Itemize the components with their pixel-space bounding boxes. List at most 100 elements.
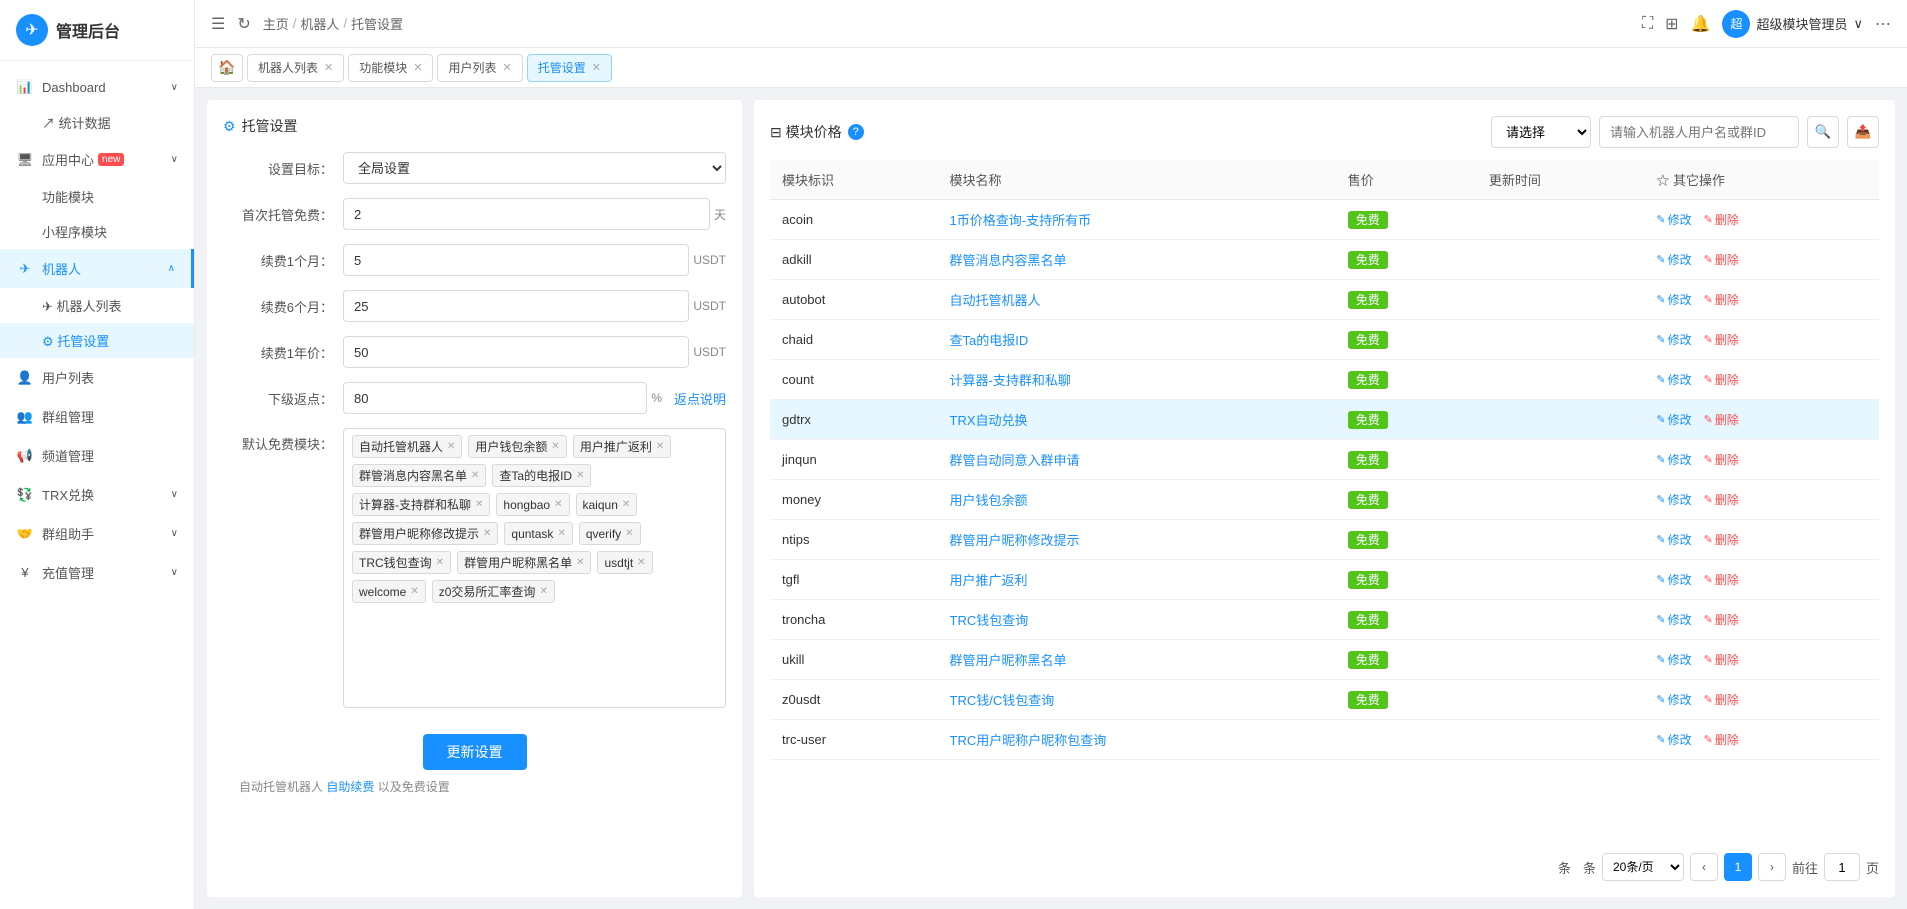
tab-close-icon[interactable]: ✕ [324, 61, 333, 74]
edit-link[interactable]: ✎ 修改 [1656, 211, 1691, 228]
delete-link[interactable]: ✎ 删除 [1704, 371, 1739, 388]
edit-link[interactable]: ✎ 修改 [1656, 371, 1691, 388]
tag-remove-icon[interactable]: ✕ [557, 528, 565, 539]
goto-page-input[interactable] [1824, 853, 1860, 881]
refresh-icon[interactable]: ↻ [237, 14, 250, 34]
sidebar-item-user-list[interactable]: 👤 用户列表 [0, 358, 194, 397]
tab-func-module[interactable]: 功能模块 ✕ [348, 54, 433, 82]
collapse-icon[interactable]: ☰ [211, 14, 225, 34]
tag-remove-icon[interactable]: ✕ [447, 441, 455, 452]
cell-price: 免费 [1336, 240, 1477, 280]
edit-link[interactable]: ✎ 修改 [1656, 571, 1691, 588]
filter-select[interactable]: 请选择 [1491, 116, 1591, 148]
edit-link[interactable]: ✎ 修改 [1656, 731, 1691, 748]
delete-link[interactable]: ✎ 删除 [1704, 491, 1739, 508]
rebate-input[interactable] [343, 382, 647, 414]
rebate-link[interactable]: 返点说明 [674, 389, 726, 408]
tab-user-list[interactable]: 用户列表 ✕ [437, 54, 522, 82]
grid-icon[interactable]: ⊞ [1665, 14, 1678, 34]
edit-link[interactable]: ✎ 修改 [1656, 291, 1691, 308]
delete-link[interactable]: ✎ 删除 [1704, 651, 1739, 668]
search-button[interactable]: 🔍 [1807, 116, 1839, 148]
more-icon[interactable]: ⋯ [1875, 14, 1891, 34]
note-highlight[interactable]: 自助续费 [326, 780, 374, 794]
first-free-input[interactable] [343, 198, 710, 230]
note-suffix: 以及免费设置 [378, 780, 450, 794]
table-row: tgfl 用户推广返利 免费 ✎ 修改 ✎ 删除 [770, 560, 1879, 600]
sidebar-item-dashboard[interactable]: 📊 Dashboard ∨ [0, 69, 194, 105]
tab-hosting-settings[interactable]: 托管设置 ✕ [527, 54, 612, 82]
monthly-input[interactable] [343, 244, 689, 276]
user-info[interactable]: 超 超级模块管理员 ∨ [1722, 10, 1863, 38]
tag-remove-icon[interactable]: ✕ [471, 470, 479, 481]
tag-remove-icon[interactable]: ✕ [475, 499, 483, 510]
sidebar-item-func-module[interactable]: 功能模块 [0, 179, 194, 214]
sidebar-item-recharge[interactable]: ¥ 充值管理 ∨ [0, 553, 194, 592]
page-1-button[interactable]: 1 [1724, 853, 1752, 881]
edit-link[interactable]: ✎ 修改 [1656, 251, 1691, 268]
edit-link[interactable]: ✎ 修改 [1656, 331, 1691, 348]
tag-remove-icon[interactable]: ✕ [625, 528, 633, 539]
tag-remove-icon[interactable]: ✕ [551, 441, 559, 452]
tag-remove-icon[interactable]: ✕ [576, 557, 584, 568]
notification-icon[interactable]: 🔔 [1691, 14, 1711, 34]
per-page-select[interactable]: 20条/页 50条/页 100条/页 [1602, 853, 1684, 881]
edit-link[interactable]: ✎ 修改 [1656, 451, 1691, 468]
tag-remove-icon[interactable]: ✕ [539, 586, 547, 597]
sidebar-item-mini-module[interactable]: 小程序模块 [0, 214, 194, 249]
sidebar-item-stats[interactable]: ↗ 统计数据 [0, 105, 194, 140]
tab-close-icon[interactable]: ✕ [413, 61, 422, 74]
edit-link[interactable]: ✎ 修改 [1656, 531, 1691, 548]
help-icon[interactable]: ? [848, 124, 864, 140]
tag-remove-icon[interactable]: ✕ [410, 586, 418, 597]
six-month-input[interactable] [343, 290, 689, 322]
tag-remove-icon[interactable]: ✕ [436, 557, 444, 568]
delete-link[interactable]: ✎ 删除 [1704, 411, 1739, 428]
delete-link[interactable]: ✎ 删除 [1704, 251, 1739, 268]
tag-remove-icon[interactable]: ✕ [637, 557, 645, 568]
next-page-button[interactable]: › [1758, 853, 1786, 881]
edit-link[interactable]: ✎ 修改 [1656, 491, 1691, 508]
tab-close-icon[interactable]: ✕ [592, 61, 601, 74]
sidebar-item-trx[interactable]: 💱 TRX兑换 ∨ [0, 475, 194, 514]
search-input[interactable] [1599, 116, 1799, 148]
tab-close-icon[interactable]: ✕ [502, 61, 511, 74]
delete-link[interactable]: ✎ 删除 [1704, 571, 1739, 588]
delete-link[interactable]: ✎ 删除 [1704, 611, 1739, 628]
sidebar-item-group-mgmt[interactable]: 👥 群组管理 [0, 397, 194, 436]
fullscreen-icon[interactable]: ⛶ [1642, 15, 1653, 33]
sidebar-item-group-helper[interactable]: 🤝 群组助手 ∨ [0, 514, 194, 553]
edit-link[interactable]: ✎ 修改 [1656, 651, 1691, 668]
cell-actions: ✎ 修改 ✎ 删除 [1644, 320, 1879, 360]
delete-link[interactable]: ✎ 删除 [1704, 691, 1739, 708]
delete-link[interactable]: ✎ 删除 [1704, 731, 1739, 748]
export-button[interactable]: 📤 [1847, 116, 1879, 148]
edit-link[interactable]: ✎ 修改 [1656, 611, 1691, 628]
sidebar-item-hosting[interactable]: ⚙ 托管设置 [0, 323, 194, 358]
update-settings-button[interactable]: 更新设置 [423, 734, 527, 770]
edit-link[interactable]: ✎ 修改 [1656, 411, 1691, 428]
tag-remove-icon[interactable]: ✕ [622, 499, 630, 510]
tag-remove-icon[interactable]: ✕ [656, 441, 664, 452]
target-select[interactable]: 全局设置 [343, 152, 726, 184]
tag-remove-icon[interactable]: ✕ [576, 470, 584, 481]
delete-link[interactable]: ✎ 删除 [1704, 331, 1739, 348]
tag-wallet: 用户钱包余额✕ [468, 435, 566, 458]
sidebar-item-channel-mgmt[interactable]: 📢 频道管理 [0, 436, 194, 475]
tab-robot-list[interactable]: 机器人列表 ✕ [247, 54, 344, 82]
yearly-input[interactable] [343, 336, 689, 368]
tag-remove-icon[interactable]: ✕ [554, 499, 562, 510]
settings-icon: ⚙ [223, 118, 236, 135]
prev-page-button[interactable]: ‹ [1690, 853, 1718, 881]
tag-remove-icon[interactable]: ✕ [483, 528, 491, 539]
cell-module-id: troncha [770, 600, 938, 640]
delete-link[interactable]: ✎ 删除 [1704, 531, 1739, 548]
delete-link[interactable]: ✎ 删除 [1704, 211, 1739, 228]
sidebar-item-robot-list[interactable]: ✈ 机器人列表 [0, 288, 194, 323]
delete-link[interactable]: ✎ 删除 [1704, 451, 1739, 468]
delete-link[interactable]: ✎ 删除 [1704, 291, 1739, 308]
tab-home[interactable]: 🏠 [211, 54, 243, 82]
edit-link[interactable]: ✎ 修改 [1656, 691, 1691, 708]
sidebar-item-app-center[interactable]: 🖥 应用中心 new ∨ [0, 140, 194, 179]
sidebar-item-robot[interactable]: ✈ 机器人 ∧ [0, 249, 194, 288]
